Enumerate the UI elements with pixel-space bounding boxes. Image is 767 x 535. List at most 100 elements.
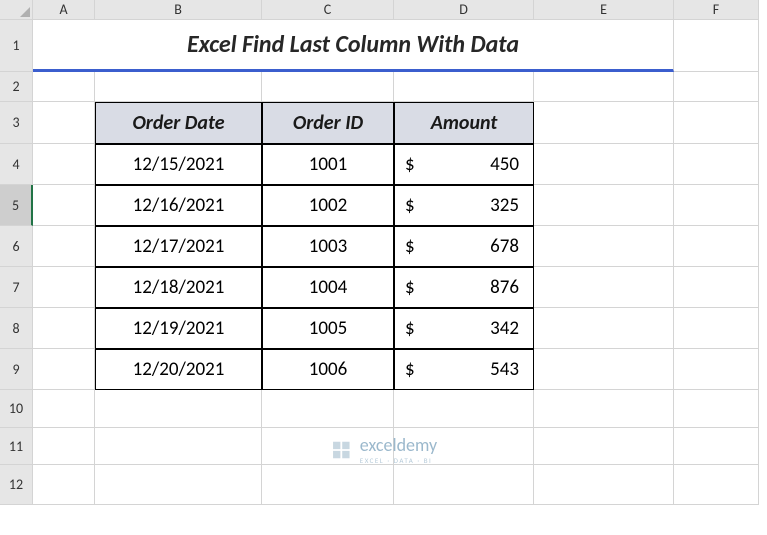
row-header-8[interactable]: 8 <box>0 308 33 349</box>
cell-E4[interactable] <box>534 144 674 185</box>
amount-value: 543 <box>490 358 519 381</box>
cell-A8[interactable] <box>33 308 95 349</box>
currency-symbol: $ <box>405 276 415 299</box>
cell-D12[interactable] <box>394 465 534 505</box>
table-row[interactable]: 1006 <box>262 349 394 390</box>
cell-A12[interactable] <box>33 465 95 505</box>
cell-A9[interactable] <box>33 349 95 390</box>
row-header-6[interactable]: 6 <box>0 226 33 267</box>
cell-F12[interactable] <box>674 465 759 505</box>
cell-E7[interactable] <box>534 267 674 308</box>
cell-F2[interactable] <box>674 72 759 102</box>
table-row[interactable]: $543 <box>394 349 534 390</box>
select-all-corner[interactable] <box>0 0 33 20</box>
currency-symbol: $ <box>405 194 415 217</box>
amount-value: 678 <box>490 235 519 258</box>
table-row[interactable]: 12/20/2021 <box>95 349 262 390</box>
cell-F4[interactable] <box>674 144 759 185</box>
cell-E9[interactable] <box>534 349 674 390</box>
amount-value: 342 <box>490 317 519 340</box>
col-header-E[interactable]: E <box>534 0 674 20</box>
table-row[interactable]: $450 <box>394 144 534 185</box>
col-header-D[interactable]: D <box>394 0 534 20</box>
cell-E10[interactable] <box>534 390 674 428</box>
cell-B2[interactable] <box>95 72 262 102</box>
watermark-name: exceldemy <box>360 434 437 456</box>
logo-icon <box>330 439 352 461</box>
cell-F9[interactable] <box>674 349 759 390</box>
row-header-9[interactable]: 9 <box>0 349 33 390</box>
cell-E2[interactable] <box>534 72 674 102</box>
watermark: exceldemy EXCEL · DATA · BI <box>330 434 437 465</box>
watermark-tagline: EXCEL · DATA · BI <box>360 456 437 465</box>
cell-B12[interactable] <box>95 465 262 505</box>
cell-E12[interactable] <box>534 465 674 505</box>
table-header-id[interactable]: Order ID <box>262 102 394 144</box>
table-row[interactable]: 1003 <box>262 226 394 267</box>
cell-B10[interactable] <box>95 390 262 428</box>
cell-F6[interactable] <box>674 226 759 267</box>
cell-D10[interactable] <box>394 390 534 428</box>
cell-E6[interactable] <box>534 226 674 267</box>
row-header-11[interactable]: 11 <box>0 428 33 465</box>
row-header-1[interactable]: 1 <box>0 20 33 72</box>
cell-D2[interactable] <box>394 72 534 102</box>
amount-value: 876 <box>490 276 519 299</box>
amount-value: 450 <box>490 153 519 176</box>
cell-E5[interactable] <box>534 185 674 226</box>
cell-E11[interactable] <box>534 428 674 465</box>
cell-F3[interactable] <box>674 102 759 144</box>
table-row[interactable]: $678 <box>394 226 534 267</box>
cell-B11[interactable] <box>95 428 262 465</box>
row-header-7[interactable]: 7 <box>0 267 33 308</box>
cell-C10[interactable] <box>262 390 394 428</box>
cell-A5[interactable] <box>33 185 95 226</box>
table-row[interactable]: 12/17/2021 <box>95 226 262 267</box>
currency-symbol: $ <box>405 317 415 340</box>
row-header-2[interactable]: 2 <box>0 72 33 102</box>
col-header-B[interactable]: B <box>95 0 262 20</box>
cell-F8[interactable] <box>674 308 759 349</box>
col-header-F[interactable]: F <box>674 0 759 20</box>
cell-F5[interactable] <box>674 185 759 226</box>
table-row[interactable]: $325 <box>394 185 534 226</box>
table-row[interactable]: 12/19/2021 <box>95 308 262 349</box>
table-row[interactable]: 1002 <box>262 185 394 226</box>
cell-C12[interactable] <box>262 465 394 505</box>
table-row[interactable]: 12/18/2021 <box>95 267 262 308</box>
table-header-date[interactable]: Order Date <box>95 102 262 144</box>
table-row[interactable]: $342 <box>394 308 534 349</box>
table-row[interactable]: $876 <box>394 267 534 308</box>
table-row[interactable]: 1001 <box>262 144 394 185</box>
cell-A3[interactable] <box>33 102 95 144</box>
table-row[interactable]: 12/16/2021 <box>95 185 262 226</box>
cell-F7[interactable] <box>674 267 759 308</box>
col-header-C[interactable]: C <box>262 0 394 20</box>
currency-symbol: $ <box>405 358 415 381</box>
table-row[interactable]: 1004 <box>262 267 394 308</box>
row-header-5[interactable]: 5 <box>0 185 33 226</box>
row-header-4[interactable]: 4 <box>0 144 33 185</box>
cell-E8[interactable] <box>534 308 674 349</box>
cell-A10[interactable] <box>33 390 95 428</box>
spreadsheet-grid: A B C D E F 1 Excel Find Last Column Wit… <box>0 0 767 505</box>
cell-A11[interactable] <box>33 428 95 465</box>
row-header-12[interactable]: 12 <box>0 465 33 505</box>
cell-F10[interactable] <box>674 390 759 428</box>
page-title: Excel Find Last Column With Data <box>33 20 674 72</box>
currency-symbol: $ <box>405 153 415 176</box>
cell-A7[interactable] <box>33 267 95 308</box>
cell-E3[interactable] <box>534 102 674 144</box>
cell-A2[interactable] <box>33 72 95 102</box>
cell-F11[interactable] <box>674 428 759 465</box>
row-header-3[interactable]: 3 <box>0 102 33 144</box>
cell-A6[interactable] <box>33 226 95 267</box>
cell-F1[interactable] <box>674 20 759 72</box>
row-header-10[interactable]: 10 <box>0 390 33 428</box>
table-row[interactable]: 1005 <box>262 308 394 349</box>
cell-A4[interactable] <box>33 144 95 185</box>
cell-C2[interactable] <box>262 72 394 102</box>
table-row[interactable]: 12/15/2021 <box>95 144 262 185</box>
table-header-amount[interactable]: Amount <box>394 102 534 144</box>
col-header-A[interactable]: A <box>33 0 95 20</box>
